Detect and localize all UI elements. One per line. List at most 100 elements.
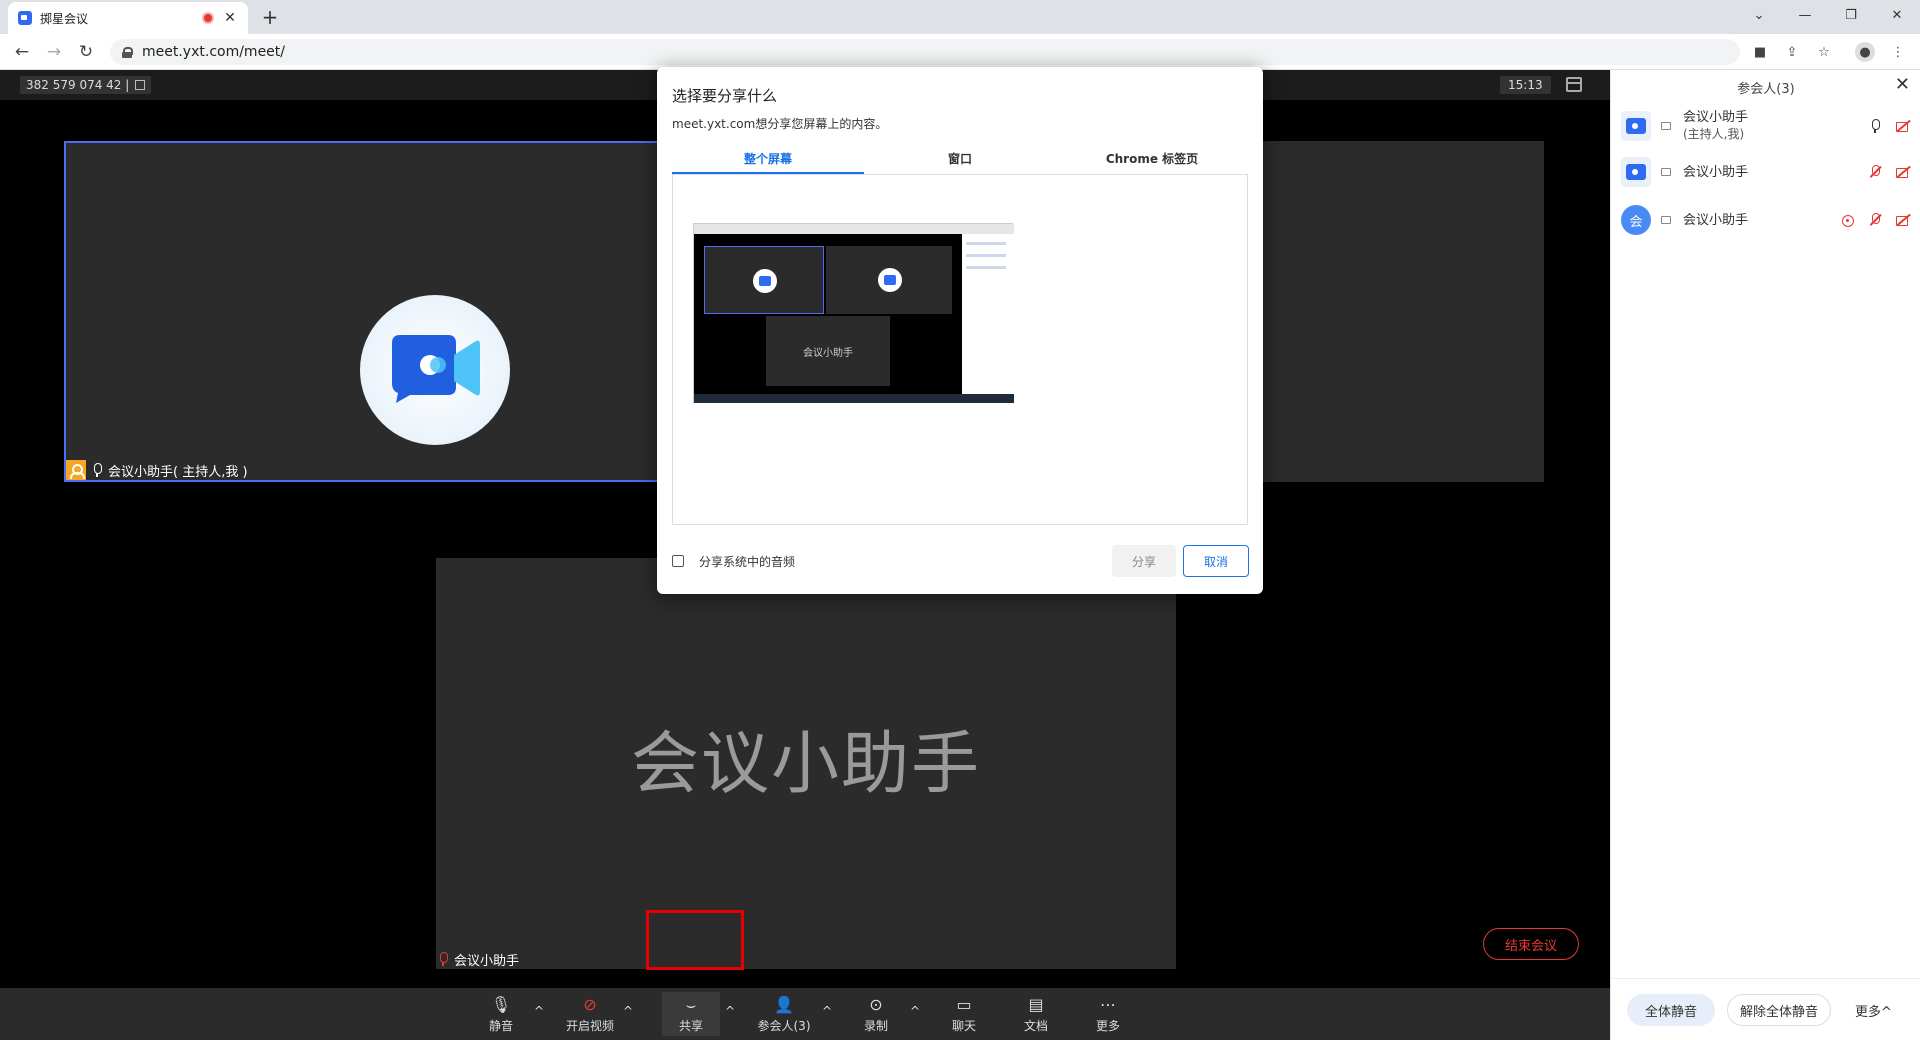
participants-options-chevron-icon[interactable]: ^ (822, 1004, 832, 1018)
share-confirm-button[interactable]: 分享 (1112, 545, 1176, 577)
start-video-button[interactable]: ⊘ 开启视频 (562, 992, 618, 1036)
mic-muted-icon[interactable] (1867, 164, 1883, 180)
participant-big-name: 会议小助手 (630, 725, 981, 804)
meeting-id-text: 382 579 074 42 | (26, 78, 130, 92)
reload-button[interactable]: ↻ (74, 40, 98, 64)
start-video-label: 开启视频 (565, 1018, 614, 1033)
participants-button[interactable]: 👤 参会人(3) (756, 992, 812, 1036)
meeting-clock: 15:13 (1500, 76, 1551, 94)
mute-button[interactable]: 🎙 静音 (486, 992, 516, 1036)
dialog-body: 会议小助手 (672, 175, 1248, 525)
thumbnail-chrome (694, 224, 1014, 234)
app-favicon-icon (18, 11, 32, 25)
panel-footer: 全体静音 解除全体静音 更多^ (1611, 978, 1920, 1040)
screen-thumbnail[interactable]: 会议小助手 (693, 223, 1014, 403)
close-panel-icon[interactable]: ✕ (1895, 74, 1910, 95)
tab-chrome-tab[interactable]: Chrome 标签页 (1056, 145, 1248, 174)
participant-avatar: 会 (1621, 205, 1651, 235)
participant-name: 会议小助手 (1683, 212, 1749, 228)
share-button[interactable]: ⌣ 共享 (662, 992, 720, 1036)
share-picker-dialog: 选择要分享什么 meet.yxt.com想分享您屏幕上的内容。 整个屏幕 窗口 … (657, 67, 1263, 594)
participant-row[interactable]: 会议小助手 (1621, 152, 1911, 192)
close-window-button[interactable]: ✕ (1874, 0, 1920, 30)
camera-logo-icon (392, 335, 480, 403)
more-label: 更多 (1095, 1018, 1120, 1033)
browser-tab[interactable]: 掷星会议 ✕ (8, 2, 248, 34)
cancel-button[interactable]: 取消 (1183, 545, 1249, 577)
thumbnail-sidebar (962, 234, 1014, 394)
share-audio-checkbox[interactable] (672, 555, 684, 567)
mute-options-chevron-icon[interactable]: ^ (534, 1004, 544, 1018)
copy-icon[interactable] (135, 80, 146, 90)
address-bar: ← → ↻ meet.yxt.com/meet/ ■ ⇪ ☆ ● ⋮ (0, 34, 1920, 70)
thumbnail-logo-icon (878, 268, 902, 292)
mute-all-button[interactable]: 全体静音 (1627, 994, 1715, 1026)
tab-search-chevron-icon[interactable]: ⌄ (1736, 0, 1782, 30)
participant-avatar-logo-icon (1621, 111, 1651, 141)
camera-off-icon[interactable] (1895, 212, 1911, 228)
participant-name-tag: 会议小助手 (438, 949, 527, 969)
mic-muted-icon[interactable] (1867, 212, 1883, 228)
lock-icon (122, 46, 133, 58)
omnibox[interactable]: meet.yxt.com/meet/ (110, 39, 1740, 65)
chat-button[interactable]: ▭ 聊天 (948, 992, 980, 1036)
host-name-tag: 会议小助手( 主持人,我 ) (66, 460, 256, 480)
thumbnail-tile-label: 会议小助手 (766, 316, 890, 386)
video-off-icon: ⊘ (583, 995, 597, 1014)
docs-label: 文档 (1023, 1018, 1048, 1033)
tab-window[interactable]: 窗口 (864, 145, 1056, 174)
url-text: meet.yxt.com/meet/ (142, 44, 286, 60)
browser-menu-icon[interactable]: ⋮ (1888, 42, 1908, 62)
browser-tabstrip: 掷星会议 ✕ + ⌄ — ❐ ✕ (0, 0, 1920, 34)
participant-row[interactable]: 会议小助手 (主持人,我) (1621, 106, 1911, 146)
bookmark-star-icon[interactable]: ☆ (1814, 42, 1834, 62)
end-meeting-button[interactable]: 结束会议 (1483, 928, 1579, 960)
host-name-label: 会议小助手( 主持人,我 ) (108, 464, 248, 480)
restore-button[interactable]: ❐ (1828, 0, 1874, 30)
participants-panel: 参会人(3) ✕ 会议小助手 (主持人,我) 会议小助手 会 会议小助手 全体静… (1610, 70, 1920, 1040)
profile-avatar-icon[interactable]: ● (1855, 42, 1875, 62)
record-button[interactable]: ⊙ 录制 (860, 992, 892, 1036)
participant-name-label: 会议小助手 (454, 953, 520, 969)
more-dots-icon: ⋯ (1100, 995, 1116, 1014)
new-tab-button[interactable]: + (258, 5, 282, 29)
microphone-icon: 🎙 (490, 995, 512, 1014)
thumbnail-tile (704, 246, 824, 314)
unmute-all-button[interactable]: 解除全体静音 (1727, 994, 1831, 1026)
video-tile-participant[interactable]: 会议小助手 会议小助手 (436, 558, 1176, 969)
screen-share-icon (1661, 122, 1671, 130)
participant-role: (主持人,我) (1683, 127, 1745, 141)
participant-name-block: 会议小助手 (主持人,我) (1683, 109, 1855, 143)
layout-switch-icon[interactable] (1566, 77, 1582, 92)
screen-share-icon (1661, 168, 1671, 176)
close-tab-icon[interactable]: ✕ (222, 10, 238, 26)
camera-in-use-icon[interactable]: ■ (1750, 42, 1770, 62)
camera-off-icon[interactable] (1895, 164, 1911, 180)
video-tile-host[interactable]: 会议小助手( 主持人,我 ) (64, 141, 664, 482)
video-options-chevron-icon[interactable]: ^ (623, 1004, 633, 1018)
share-options-chevron-icon[interactable]: ^ (725, 1004, 735, 1018)
microphone-icon (92, 463, 102, 477)
forward-button[interactable]: → (42, 40, 66, 64)
panel-more-button[interactable]: 更多^ (1855, 1001, 1892, 1020)
chat-icon: ▭ (956, 995, 972, 1014)
camera-off-icon[interactable] (1895, 118, 1911, 134)
docs-button[interactable]: ▤ 文档 (1020, 992, 1052, 1036)
back-button[interactable]: ← (10, 40, 34, 64)
record-options-chevron-icon[interactable]: ^ (910, 1004, 920, 1018)
meeting-id[interactable]: 382 579 074 42 | (20, 76, 152, 94)
participant-name: 会议小助手 (1683, 110, 1749, 125)
share-audio-label: 分享系统中的音频 (699, 555, 796, 569)
participants-icon: 👤 (774, 995, 794, 1014)
participant-name: 会议小助手 (1683, 164, 1749, 180)
more-button[interactable]: ⋯ 更多 (1092, 992, 1124, 1036)
share-page-icon[interactable]: ⇪ (1782, 42, 1802, 62)
minimize-button[interactable]: — (1782, 0, 1828, 30)
thumbnail-tile (826, 246, 952, 314)
meeting-toolbar: 🎙 静音 ^ ⊘ 开启视频 ^ ⌣ 共享 ^ 👤 参会人(3) ^ ⊙ 录制 ^… (0, 988, 1610, 1040)
participant-row[interactable]: 会 会议小助手 (1621, 200, 1911, 240)
mic-on-icon[interactable] (1867, 118, 1883, 134)
tab-title: 掷星会议 (40, 11, 89, 26)
tab-entire-screen[interactable]: 整个屏幕 (672, 145, 864, 174)
host-badge-icon (66, 460, 86, 480)
